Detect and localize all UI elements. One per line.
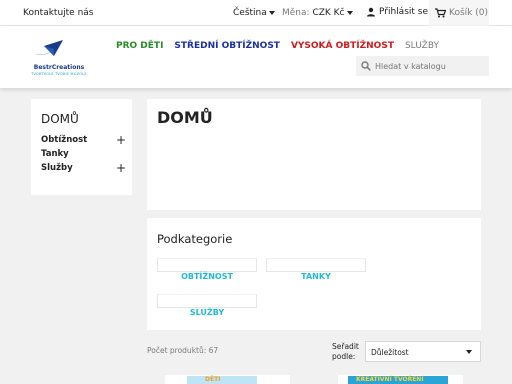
site-logo[interactable]: BestrCreations TVORTVOLE TVORIE MOZOLE — [30, 34, 88, 80]
top-bar: Kontaktujte nás Čeština Měna: CZK Kč Při… — [0, 0, 512, 26]
category-header: DOMŮ — [147, 99, 481, 210]
login-link[interactable]: Přihlásit se — [366, 7, 428, 17]
currency-label: Měna: — [282, 8, 310, 18]
expand-icon[interactable]: + — [116, 161, 126, 175]
product-image[interactable]: KREATIVNÍ TVOŘENÍ — [348, 376, 448, 384]
product-card[interactable]: DĚTI — [165, 375, 290, 384]
language-selector[interactable]: Čeština — [233, 8, 275, 18]
expand-icon[interactable]: + — [116, 133, 126, 147]
logo-brand: BestrCreations — [33, 64, 85, 71]
cart-button[interactable]: Košík (0) — [429, 0, 489, 26]
nav-item-sluzby[interactable]: SLUŽBY — [405, 41, 439, 51]
sidebar-item-label: Obtížnost — [41, 135, 88, 145]
product-image-text: DĚTI — [205, 376, 221, 383]
user-icon — [367, 7, 375, 17]
subcategories-title: Podkategorie — [157, 232, 233, 246]
login-label: Přihlásit se — [379, 7, 428, 17]
subcategory-link-tanky[interactable]: TANKY — [266, 272, 366, 281]
nav-item-stredni-obtiznost[interactable]: STŘEDNÍ OBTÍŽNOST — [174, 41, 280, 51]
category-sidebar: DOMŮ Obtížnost + Tanky Služby + — [31, 99, 132, 195]
logo-tagline: TVORTVOLE TVORIE MOZOLE — [31, 72, 87, 76]
main-nav: PRO DĚTI STŘEDNÍ OBTÍŽNOST VYSOKÁ OBTÍŽN… — [116, 41, 450, 51]
page-title: DOMŮ — [157, 108, 213, 127]
search-input[interactable] — [375, 58, 485, 74]
product-image-text: KREATIVNÍ TVOŘENÍ — [356, 376, 424, 383]
sidebar-title[interactable]: DOMŮ — [41, 112, 79, 126]
language-label: Čeština — [233, 8, 267, 18]
subcategory-thumb[interactable] — [157, 294, 257, 308]
subcategory-link-sluzby[interactable]: SLUŽBY — [157, 308, 257, 317]
subcategory-link-obtiznost[interactable]: OBTÍŽNOST — [157, 272, 257, 281]
cart-label: Košík (0) — [449, 8, 488, 18]
sort-label: Seřadit podle: — [332, 342, 359, 361]
sidebar-item-obtiznost[interactable]: Obtížnost + — [41, 133, 126, 147]
search-box — [356, 56, 489, 76]
cart-icon — [435, 8, 446, 18]
product-image[interactable]: DĚTI — [187, 376, 257, 384]
contact-link[interactable]: Kontaktujte nás — [23, 8, 94, 18]
chevron-down-icon — [346, 10, 353, 15]
search-icon[interactable] — [361, 61, 371, 71]
subcategories-panel: Podkategorie OBTÍŽNOST TANKY SLUŽBY — [147, 218, 481, 330]
sidebar-item-tanky[interactable]: Tanky — [41, 149, 126, 159]
subcategory-thumb[interactable] — [157, 258, 257, 272]
sidebar-item-sluzby[interactable]: Služby + — [41, 161, 126, 175]
subcategory-thumb[interactable] — [266, 258, 366, 272]
sort-value: Důležitost — [371, 348, 409, 357]
paper-plane-icon — [35, 40, 63, 56]
sort-select[interactable]: Důležitost — [365, 341, 481, 362]
sidebar-item-label: Služby — [41, 163, 73, 173]
currency-value: CZK Kč — [312, 8, 345, 18]
product-count: Počet produktů: 67 — [147, 346, 219, 355]
chevron-down-icon — [466, 350, 472, 354]
nav-item-vysoka-obtiznost[interactable]: VYSOKÁ OBTÍŽNOST — [291, 41, 394, 51]
nav-item-pro-deti[interactable]: PRO DĚTI — [116, 41, 163, 51]
chevron-down-icon — [268, 10, 275, 15]
currency-selector[interactable]: Měna: CZK Kč — [282, 8, 353, 18]
product-card[interactable]: KREATIVNÍ TVOŘENÍ — [338, 375, 463, 384]
sidebar-item-label: Tanky — [41, 149, 69, 159]
